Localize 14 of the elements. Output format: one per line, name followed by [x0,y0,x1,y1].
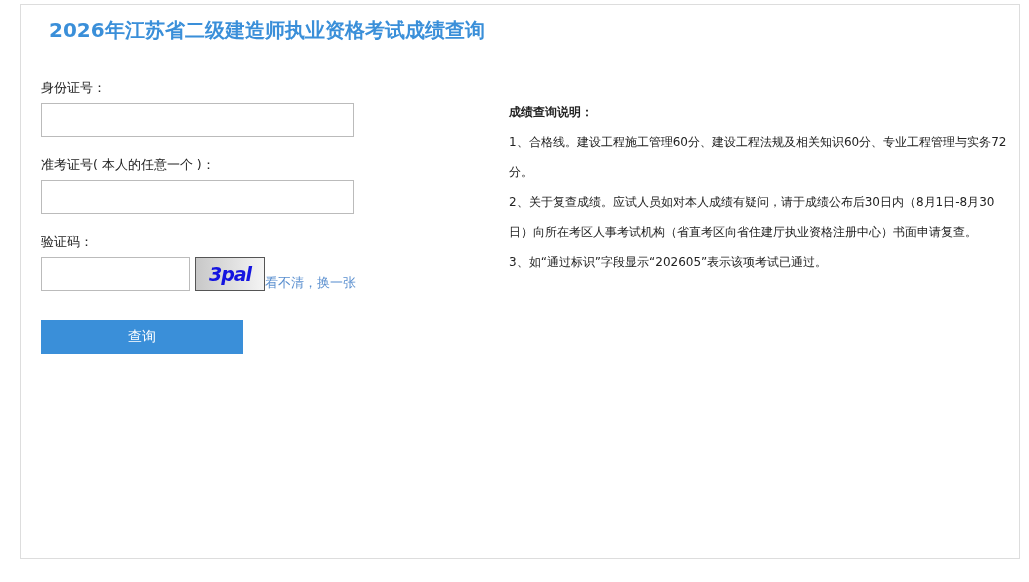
note-paragraph: 3、如“通过标识”字段显示“202605”表示该项考试已通过。 [509,254,829,271]
input-field[interactable] [41,103,354,137]
captcha-input[interactable] [41,257,190,291]
query-button[interactable]: 查询 [41,320,243,354]
notes-heading: 成绩查询说明： [509,104,593,121]
field-label: 验证码： [41,233,93,251]
field-label: 准考证号( 本人的任意一个 )： [41,156,215,174]
input-field[interactable] [41,180,354,214]
page-title: 2026年江苏省二级建造师执业资格考试成绩查询 [49,17,485,43]
captcha-image[interactable]: 3pal [195,257,265,291]
refresh-captcha-link[interactable]: 看不清，换一张 [265,275,356,291]
note-paragraph: 1、合格线。建设工程施工管理60分、建设工程法规及相关知识60分、专业工程管理与实务72分。 [509,134,1008,181]
note-paragraph: 2、关于复查成绩。应试人员如对本人成绩有疑问，请于成绩公布后30日内（8月1日-8月30日）向所在考区人事考试机构（省直考区向省住建厅执业资格注册中心）书面申请复查。 [509,194,996,241]
field-label: 身份证号： [41,79,106,97]
